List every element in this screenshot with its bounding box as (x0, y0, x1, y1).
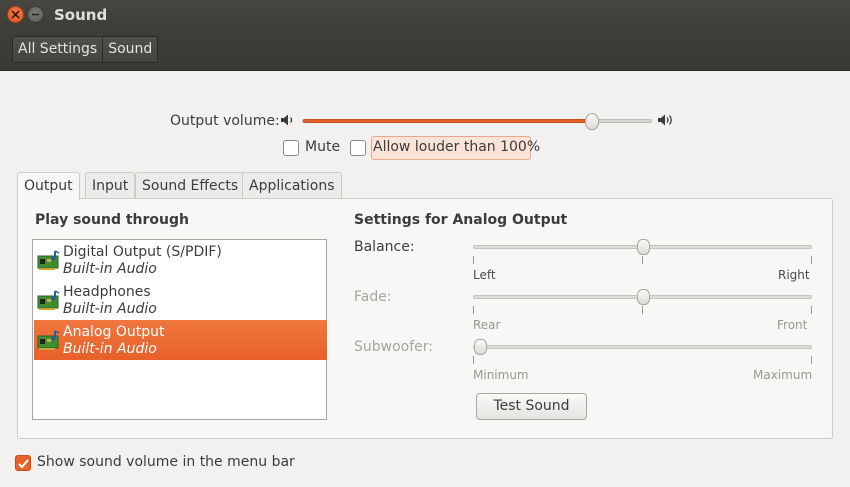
balance-tick-right (811, 256, 812, 264)
output-device-list[interactable]: Digital Output (S/PDIF) Built-in Audio H… (32, 239, 327, 420)
list-item-analog-output[interactable]: Analog Output Built-in Audio (34, 320, 327, 360)
balance-left-label: Left (473, 268, 496, 282)
breadcrumb: All Settings Sound (12, 36, 159, 63)
fade-knob[interactable] (636, 289, 650, 305)
subwoofer-tick-left (473, 356, 474, 364)
subwoofer-tick-right (811, 356, 812, 364)
balance-right-label: Right (778, 268, 810, 282)
sound-card-icon (37, 330, 60, 350)
minimize-window-button[interactable] (27, 6, 44, 23)
fade-label: Fade: (354, 289, 392, 305)
balance-tick-center (642, 256, 643, 264)
window-title: Sound (54, 6, 108, 24)
device-subtitle: Built-in Audio (63, 301, 157, 317)
balance-tick-left (473, 256, 474, 264)
subwoofer-knob[interactable] (474, 339, 487, 355)
tab-sound-effects[interactable]: Sound Effects (135, 172, 246, 199)
output-volume-fill (303, 119, 592, 123)
mute-label: Mute (305, 139, 341, 155)
output-volume-knob[interactable] (584, 113, 599, 130)
tab-output[interactable]: Output (17, 172, 80, 200)
device-name: Digital Output (S/PDIF) (63, 244, 222, 260)
fade-front-label: Front (777, 318, 808, 332)
sound-card-icon (37, 250, 60, 270)
fade-slider[interactable] (473, 289, 812, 305)
allow-louder-checkbox[interactable] (350, 140, 366, 156)
output-volume-label: Output volume: (170, 113, 280, 129)
speaker-high-icon (658, 114, 672, 126)
subwoofer-label: Subwoofer: (354, 339, 433, 355)
mute-checkbox[interactable] (283, 140, 299, 156)
fade-tick-left (473, 306, 474, 314)
minimize-icon (32, 13, 39, 16)
settings-heading: Settings for Analog Output (354, 212, 568, 228)
fade-tick-center (642, 306, 643, 314)
close-window-button[interactable] (7, 6, 24, 23)
device-name: Headphones (63, 284, 151, 300)
balance-label: Balance: (354, 239, 415, 255)
crumb-all-settings[interactable]: All Settings (13, 37, 102, 62)
speaker-low-icon (281, 114, 293, 126)
fade-tick-right (811, 306, 812, 314)
balance-slider[interactable] (473, 239, 812, 255)
checkmark-icon (18, 459, 29, 469)
title-bar: Sound (0, 0, 850, 30)
device-subtitle: Built-in Audio (63, 261, 157, 277)
balance-knob[interactable] (636, 239, 650, 255)
test-sound-button[interactable]: Test Sound (476, 393, 587, 420)
allow-louder-label: Allow louder than 100% (373, 139, 541, 155)
list-item-digital-output[interactable]: Digital Output (S/PDIF) Built-in Audio (34, 240, 327, 280)
output-volume-slider[interactable] (302, 113, 652, 130)
crumb-sound[interactable]: Sound (102, 37, 157, 62)
list-item-headphones[interactable]: Headphones Built-in Audio (34, 280, 327, 320)
subwoofer-maximum-label: Maximum (753, 368, 813, 382)
play-sound-through-heading: Play sound through (35, 212, 189, 228)
subwoofer-minimum-label: Minimum (473, 368, 529, 382)
tab-input[interactable]: Input (85, 172, 136, 199)
close-icon (11, 10, 20, 19)
tab-applications[interactable]: Applications (242, 172, 342, 199)
show-volume-checkbox[interactable] (15, 455, 31, 471)
toolbar: All Settings Sound (0, 30, 850, 71)
device-name: Analog Output (63, 324, 165, 340)
device-subtitle: Built-in Audio (63, 341, 157, 357)
fade-rear-label: Rear (473, 318, 501, 332)
sound-card-icon (37, 290, 60, 310)
show-volume-label: Show sound volume in the menu bar (37, 454, 295, 470)
subwoofer-slider[interactable] (473, 339, 812, 355)
